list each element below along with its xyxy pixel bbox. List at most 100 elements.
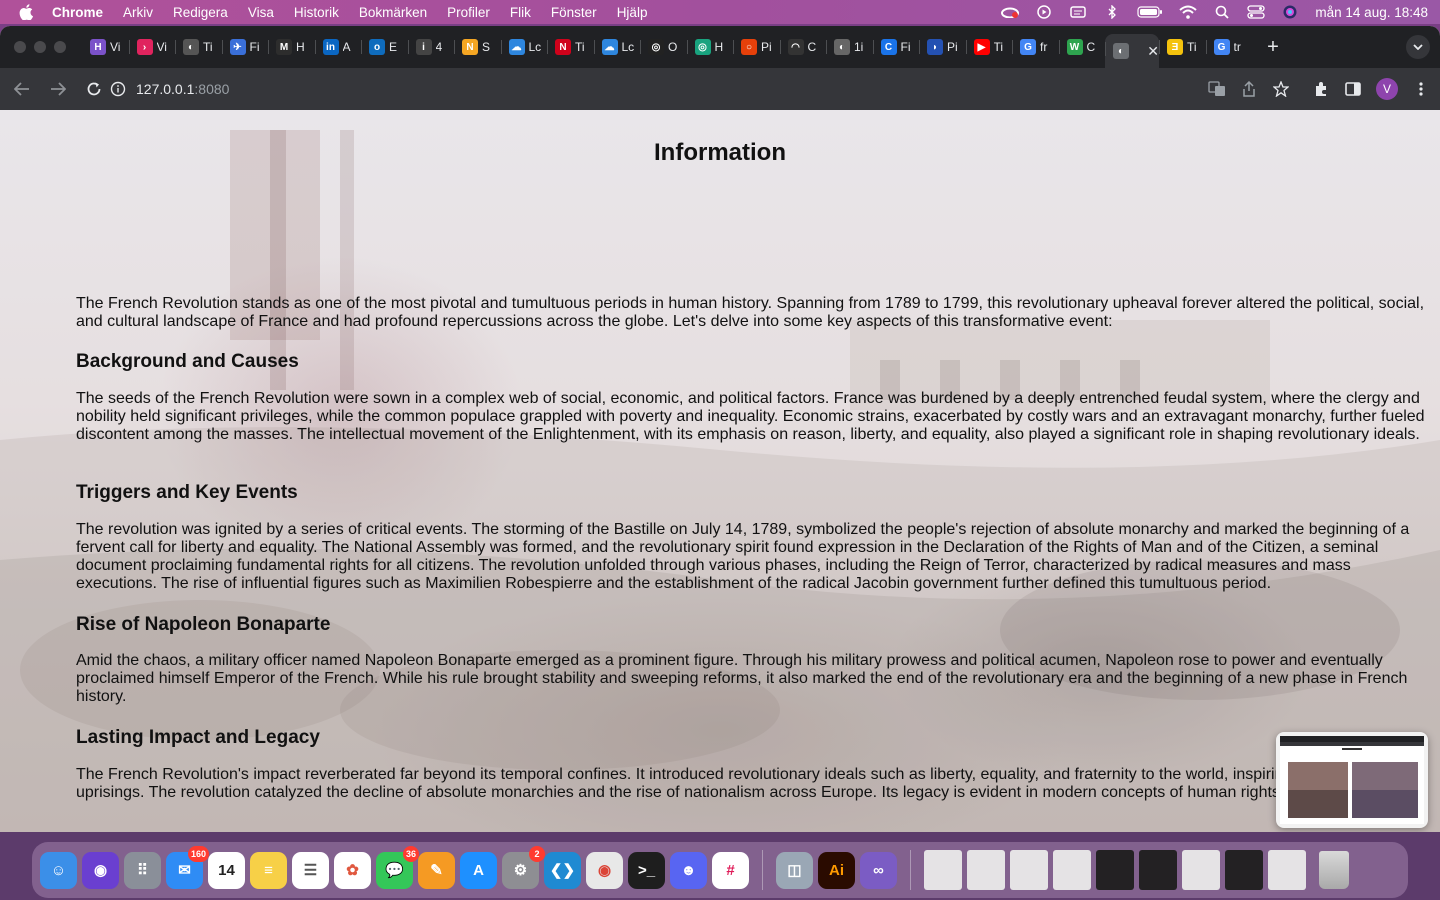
control-center-icon[interactable]: [1247, 5, 1266, 19]
browser-tab[interactable]: › Vi: [128, 32, 176, 62]
launchpad-dock-icon[interactable]: ⠿: [124, 851, 161, 889]
minimized-window-thumbnail[interactable]: [1096, 850, 1134, 890]
minimized-window-thumbnail[interactable]: [1139, 850, 1177, 890]
browser-tab[interactable]: ◠ C: [779, 32, 827, 62]
reload-button[interactable]: [78, 73, 110, 105]
share-icon[interactable]: [1240, 80, 1258, 98]
chrome-dock-icon[interactable]: ◉: [586, 851, 623, 889]
menu-historik[interactable]: Historik: [294, 5, 339, 20]
browser-tab[interactable]: MH: [268, 32, 315, 62]
close-tab-icon[interactable]: ✕: [1147, 43, 1159, 60]
browser-tab[interactable]: Gfr: [1012, 32, 1059, 62]
browser-tab[interactable]: NS: [454, 32, 501, 62]
pages-dock-icon[interactable]: ✎: [418, 851, 455, 889]
forward-button[interactable]: [42, 73, 74, 105]
messages-dock-icon[interactable]: 💬 36: [376, 845, 419, 889]
browser-tab[interactable]: ☁ Lc: [500, 32, 548, 62]
browser-tab[interactable]: WC: [1058, 32, 1106, 62]
back-button[interactable]: [6, 73, 38, 105]
play-circle-icon[interactable]: [1035, 5, 1053, 19]
browser-tab[interactable]: ◗ Pi: [919, 32, 966, 62]
preview-dock-icon[interactable]: ◫: [776, 851, 813, 889]
tab-title: Vi: [110, 40, 121, 54]
profile-avatar[interactable]: V: [1376, 78, 1398, 100]
minimized-window-thumbnail[interactable]: [924, 850, 962, 890]
vscode-dock-icon[interactable]: ❮❯: [544, 851, 581, 889]
mail-dock-icon[interactable]: ✉ 160: [166, 845, 209, 889]
minimized-window-thumbnail[interactable]: [1053, 850, 1091, 890]
siri-dock-icon[interactable]: ◉: [82, 851, 119, 889]
minimized-window-thumbnail[interactable]: [1182, 850, 1220, 890]
translate-icon[interactable]: [1208, 80, 1226, 98]
browser-tab[interactable]: ☁ Lc: [593, 32, 641, 62]
menu-profiler[interactable]: Profiler: [447, 5, 490, 20]
menu-arkiv[interactable]: Arkiv: [123, 5, 153, 20]
menu-fonster[interactable]: Fönster: [551, 5, 597, 20]
terminal-dock-icon[interactable]: >_: [628, 851, 665, 889]
macos-menu-bar: Chrome Arkiv Redigera Visa Historik Bokm…: [0, 0, 1440, 24]
screenshot-thumbnail[interactable]: [1276, 732, 1428, 828]
app-store-dock-icon[interactable]: A: [460, 851, 497, 889]
extensions-icon[interactable]: [1312, 80, 1330, 98]
slack-dock-icon[interactable]: #: [712, 851, 749, 889]
browser-tab[interactable]: ◐ Ti: [175, 32, 222, 62]
browser-tab[interactable]: Gtr: [1205, 32, 1253, 62]
menu-visa[interactable]: Visa: [248, 5, 274, 20]
siri-icon[interactable]: [1281, 5, 1299, 19]
photos-dock-icon[interactable]: ✿: [334, 851, 371, 889]
battery-icon[interactable]: [1137, 5, 1163, 19]
page-viewport[interactable]: Information The French Revolution stands…: [0, 110, 1440, 832]
browser-tab[interactable]: Ǝ Ti: [1159, 32, 1206, 62]
browser-tab[interactable]: ✈ Fi: [221, 32, 269, 62]
browser-tab[interactable]: H Vi: [82, 32, 129, 62]
finder-dock-icon[interactable]: ☺: [40, 851, 77, 889]
menu-bar-clock[interactable]: mån 14 aug. 18:48: [1315, 5, 1428, 20]
discord-dock-icon[interactable]: ☻: [670, 851, 707, 889]
display-icon[interactable]: [1069, 5, 1087, 19]
browser-tab[interactable]: ◎ H: [686, 32, 734, 62]
illustrator-dock-icon[interactable]: Ai: [818, 851, 855, 889]
minimized-window-thumbnail[interactable]: [1010, 850, 1048, 890]
browser-tab[interactable]: C Fi: [872, 32, 920, 62]
side-panel-icon[interactable]: [1344, 80, 1362, 98]
browser-tab[interactable]: ◎ O: [640, 32, 687, 62]
mail-glyph-icon: ✉: [178, 862, 191, 879]
browser-tab[interactable]: N Ti: [547, 32, 594, 62]
browser-tab[interactable]: ○ Pi: [733, 32, 780, 62]
reminders-dock-icon[interactable]: ☰: [292, 851, 329, 889]
maximize-window-button[interactable]: [54, 41, 66, 53]
tab-search-button[interactable]: [1406, 35, 1430, 59]
browser-tab[interactable]: ◐ 1i: [826, 32, 873, 62]
bookmark-star-icon[interactable]: [1272, 80, 1290, 98]
visual-studio-dock-icon[interactable]: ∞: [860, 851, 897, 889]
minimize-window-button[interactable]: [34, 41, 46, 53]
creative-cloud-icon[interactable]: [1001, 5, 1020, 19]
minimized-window-thumbnail[interactable]: [967, 850, 1005, 890]
more-menu-icon[interactable]: [1412, 80, 1430, 98]
trash-icon[interactable]: [1319, 851, 1349, 889]
spotlight-search-icon[interactable]: [1213, 5, 1231, 19]
site-info-icon[interactable]: [110, 81, 126, 97]
minimized-window-thumbnail[interactable]: [1268, 850, 1306, 890]
browser-tab[interactable]: ◐ ✕: [1105, 34, 1159, 68]
menu-hjalp[interactable]: Hjälp: [617, 5, 648, 20]
bluetooth-icon[interactable]: [1103, 5, 1121, 19]
arrow-right-icon: [51, 82, 66, 96]
wifi-icon[interactable]: [1179, 5, 1198, 19]
apple-icon[interactable]: [16, 2, 36, 22]
menu-app-name[interactable]: Chrome: [52, 5, 103, 20]
browser-tab[interactable]: i4: [407, 32, 455, 62]
browser-tab[interactable]: in A: [314, 32, 362, 62]
menu-redigera[interactable]: Redigera: [173, 5, 228, 20]
calendar-dock-icon[interactable]: 14: [208, 851, 245, 889]
menu-bokmarken[interactable]: Bokmärken: [359, 5, 427, 20]
address-bar[interactable]: 127.0.0.1:8080: [110, 73, 1300, 105]
new-tab-button[interactable]: +: [1258, 32, 1288, 62]
browser-tab[interactable]: ▶ Ti: [965, 32, 1013, 62]
minimized-window-thumbnail[interactable]: [1225, 850, 1263, 890]
notes-dock-icon[interactable]: ≡: [250, 851, 287, 889]
menu-flik[interactable]: Flik: [510, 5, 531, 20]
close-window-button[interactable]: [14, 41, 26, 53]
browser-tab[interactable]: oE: [361, 32, 408, 62]
system-settings-dock-icon[interactable]: ⚙ 2: [502, 845, 545, 889]
